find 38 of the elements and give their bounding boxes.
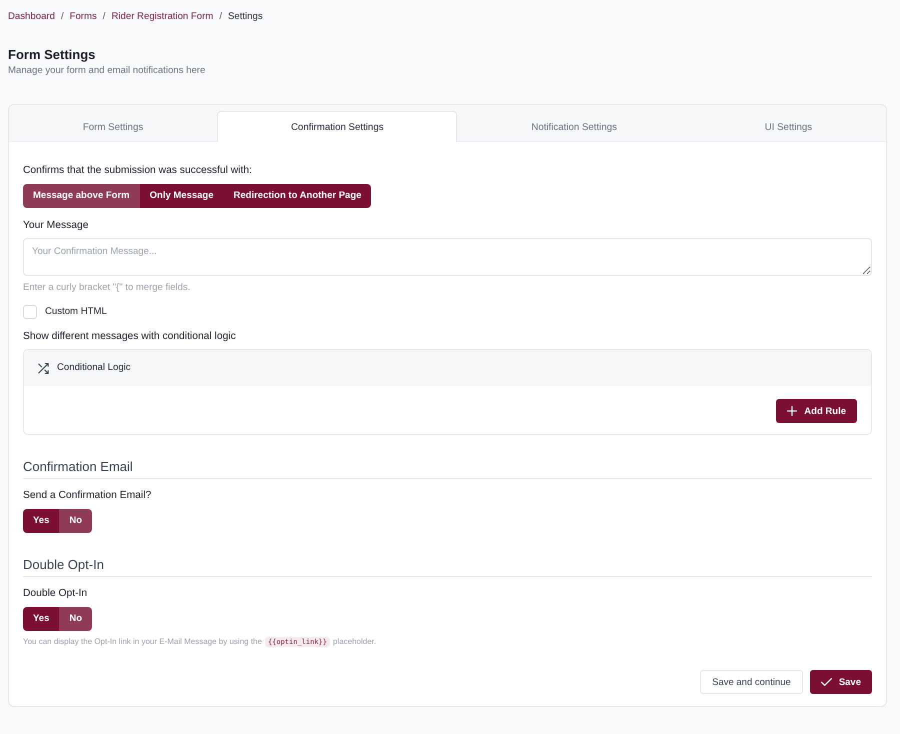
breadcrumb-link[interactable]: Rider Registration Form [111,10,214,24]
checkbox-label: Custom HTML [45,305,107,319]
segment-option[interactable]: Message above Form [23,184,140,208]
field-hint: Enter a curly bracket "{" to merge fields. [23,281,192,295]
section-heading: Confirmation Email [23,459,133,474]
breadcrumb-separator: / [60,10,64,24]
breadcrumb-separator: / [102,10,106,24]
tab[interactable]: Form Settings [9,111,218,142]
breadcrumb-current: Settings [228,10,263,24]
page-title: Form Settings [8,46,96,64]
field-label: Double Opt-In [23,587,88,601]
segment-option[interactable]: Only Message [140,184,224,208]
breadcrumb-link[interactable]: Forms [70,10,97,24]
field-label: Send a Confirmation Email? [23,489,152,503]
field-label: Confirms that the submission was successful with: [23,164,253,178]
tab[interactable]: Notification Settings [457,111,691,142]
toggle-option[interactable]: Yes [23,607,60,631]
toggle-option[interactable]: Yes [23,509,60,533]
breadcrumb-link[interactable]: Dashboard [8,10,55,24]
plus-icon [787,406,798,416]
field-label: Your Message [23,219,90,233]
conditional-logic-title: Conditional Logic [57,361,131,375]
toggle-option[interactable]: No [59,607,92,631]
tab[interactable]: UI Settings [690,111,886,142]
message-field[interactable]: Your Confirmation Message... [23,238,872,276]
tab[interactable]: Confirmation Settings [217,111,458,142]
field-label: Show different messages with conditional logic [23,330,237,344]
section-heading: Double Opt-In [23,557,104,572]
segment-option[interactable]: Redirection to Another Page [224,184,372,208]
breadcrumb-separator: / [219,10,222,24]
check-icon [820,678,832,686]
save-button[interactable]: Save [810,670,872,694]
page-subtitle: Manage your form and email notifications here [8,64,206,77]
checkbox[interactable] [23,305,37,319]
toggle-option[interactable]: No [59,509,92,533]
add-rule-button[interactable]: Add Rule [776,399,857,423]
save-and-continue-button[interactable]: Save and continue [700,670,803,694]
shuffle-icon [38,362,49,374]
